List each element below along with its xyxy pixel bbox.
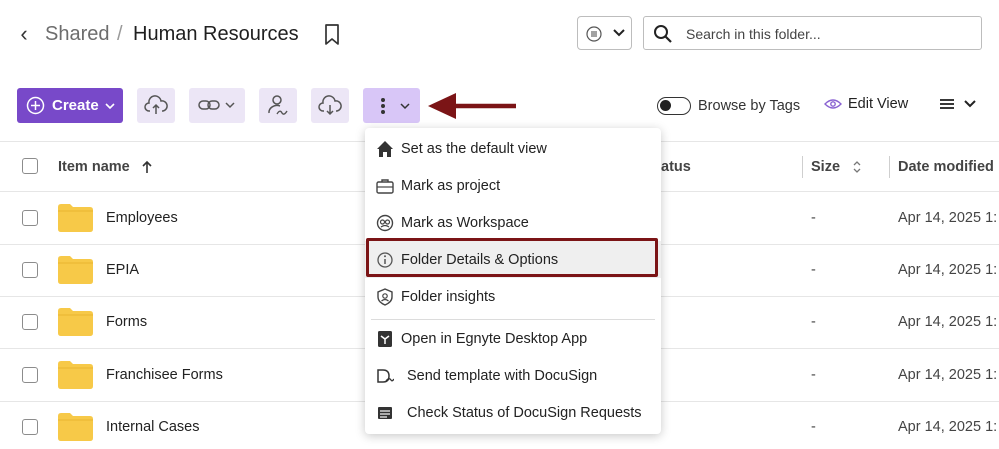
page-title: Human Resources [133, 23, 299, 45]
item-size: - [811, 419, 816, 435]
menu-item-mark-as-project[interactable]: Mark as project [365, 167, 661, 204]
folder-icon [58, 256, 93, 284]
menu-item-set-default-view[interactable]: Set as the default view [365, 130, 661, 167]
view-mode-select[interactable] [940, 95, 980, 115]
scope-icon [586, 26, 602, 42]
column-header-size[interactable]: Size [811, 158, 840, 176]
share-link-button[interactable] [189, 88, 245, 123]
menu-item-mark-as-workspace[interactable]: Mark as Workspace [365, 204, 661, 241]
folder-icon [58, 413, 93, 441]
folder-icon [58, 308, 93, 336]
item-name[interactable]: Forms [106, 313, 147, 331]
sort-toggle-icon[interactable] [852, 159, 862, 175]
more-options-menu: Set as the default view Mark as project … [365, 128, 661, 434]
row-checkbox[interactable] [22, 210, 38, 226]
breadcrumb-separator: / [117, 23, 123, 45]
breadcrumb-shared[interactable]: Shared [45, 21, 110, 47]
item-size: - [811, 262, 816, 278]
cloud-download-icon [318, 95, 342, 116]
menu-item-label: Send template with DocuSign [407, 368, 598, 384]
item-name[interactable]: Franchisee Forms [106, 366, 223, 384]
chevron-down-icon [105, 103, 115, 110]
menu-item-open-desktop-app[interactable]: Open in Egnyte Desktop App [365, 320, 661, 357]
item-size: - [811, 210, 816, 226]
item-name[interactable]: Employees [106, 209, 178, 227]
item-name[interactable]: EPIA [106, 261, 139, 279]
column-separator [889, 156, 890, 178]
annotation-arrow [428, 93, 516, 119]
home-icon [377, 141, 393, 157]
chevron-down-icon [400, 103, 410, 110]
select-all-checkbox[interactable] [22, 158, 38, 174]
more-options-button[interactable] [363, 88, 420, 123]
row-checkbox[interactable] [22, 367, 38, 383]
menu-item-check-docusign-status[interactable]: Check Status of DocuSign Requests [365, 394, 661, 431]
annotation-highlight-box [366, 238, 658, 277]
menu-item-send-docusign-template[interactable]: Send template with DocuSign [365, 357, 661, 394]
link-icon [198, 100, 220, 110]
column-header-date[interactable]: Date modified [898, 158, 994, 176]
bookmark-icon[interactable] [322, 23, 342, 47]
briefcase-icon [376, 179, 394, 194]
chevron-down-icon [225, 102, 235, 109]
menu-item-folder-insights[interactable]: Folder insights [365, 278, 661, 315]
item-date: Apr 14, 2025 1: [898, 262, 998, 278]
request-signature-button[interactable] [259, 88, 297, 123]
eye-icon[interactable] [824, 98, 842, 110]
row-checkbox[interactable] [22, 419, 38, 435]
menu-item-label: Folder insights [401, 289, 496, 305]
more-vertical-icon [381, 98, 385, 114]
browse-by-tags-label: Browse by Tags [698, 98, 801, 114]
row-checkbox[interactable] [22, 262, 38, 278]
create-label: Create [52, 97, 99, 114]
item-name[interactable]: Internal Cases [106, 418, 200, 436]
cloud-upload-icon [144, 95, 168, 114]
search-icon [654, 25, 672, 43]
item-date: Apr 14, 2025 1: [898, 419, 998, 435]
menu-item-label: Set as the default view [401, 141, 547, 157]
menu-item-label: Mark as project [401, 178, 501, 194]
upload-button[interactable] [137, 88, 175, 123]
egnyte-desktop-icon [378, 331, 392, 347]
workspace-icon [376, 214, 394, 232]
item-date: Apr 14, 2025 1: [898, 314, 998, 330]
item-date: Apr 14, 2025 1: [898, 210, 998, 226]
list-icon [940, 99, 954, 109]
menu-item-label: Open in Egnyte Desktop App [401, 331, 588, 347]
shield-insights-icon [377, 288, 393, 306]
item-size: - [811, 367, 816, 383]
column-header-status[interactable]: atus [661, 158, 691, 176]
column-header-name[interactable]: Item name [58, 158, 130, 176]
row-checkbox[interactable] [22, 314, 38, 330]
download-button[interactable] [311, 88, 349, 123]
folder-icon [58, 361, 93, 389]
chevron-down-icon [964, 100, 976, 108]
menu-item-label: Mark as Workspace [401, 215, 529, 231]
user-sign-icon [268, 95, 288, 115]
plus-circle-icon [26, 96, 45, 115]
column-separator [802, 156, 803, 178]
edit-view-button[interactable]: Edit View [848, 95, 908, 113]
item-size: - [811, 314, 816, 330]
search-input[interactable] [684, 23, 968, 45]
docusign-icon [377, 369, 394, 383]
back-chevron-icon[interactable]: ‹ [14, 22, 34, 46]
item-date: Apr 14, 2025 1: [898, 367, 998, 383]
folder-icon [58, 204, 93, 232]
search-scope-select[interactable] [577, 16, 632, 50]
search-box[interactable] [643, 16, 982, 50]
create-button[interactable]: Create [17, 88, 123, 123]
menu-item-label: Check Status of DocuSign Requests [407, 405, 642, 421]
browse-by-tags-toggle[interactable] [657, 97, 691, 115]
sort-ascending-icon[interactable] [141, 160, 153, 174]
status-list-icon [378, 407, 392, 419]
chevron-down-icon [613, 29, 625, 37]
